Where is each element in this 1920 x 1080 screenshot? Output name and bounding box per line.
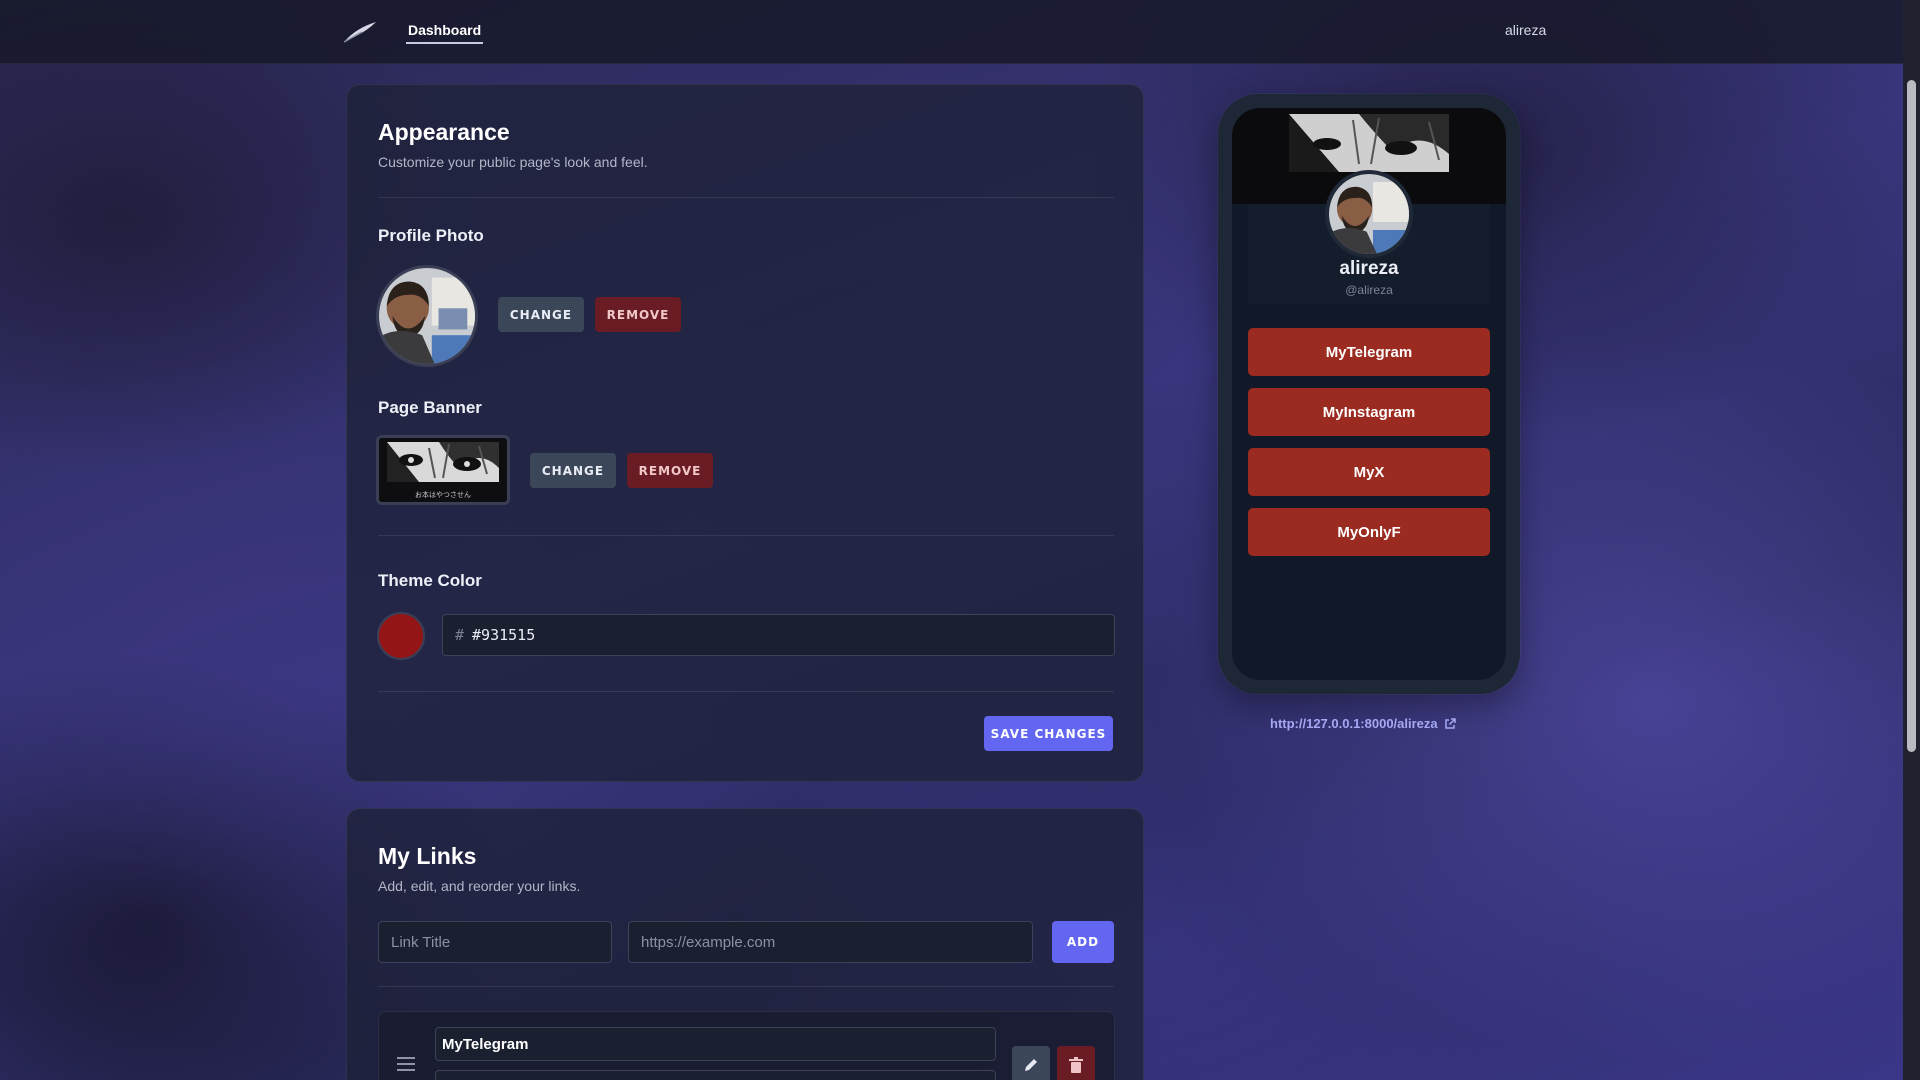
trash-icon (1069, 1057, 1083, 1073)
color-swatch[interactable] (377, 612, 425, 660)
public-url-link[interactable]: http://127.0.0.1:8000/alireza (1270, 716, 1456, 731)
preview-link-button[interactable]: MyInstagram (1248, 388, 1490, 436)
add-link-button[interactable]: ADD (1052, 921, 1114, 963)
phone-screen: alireza @alireza MyTelegram MyInstagram … (1232, 108, 1506, 680)
appearance-card: Appearance Customize your public page's … (346, 84, 1144, 782)
divider (378, 691, 1114, 692)
phone-preview: alireza @alireza MyTelegram MyInstagram … (1218, 94, 1520, 694)
drag-handle-icon[interactable] (397, 1056, 415, 1072)
preview-link-button[interactable]: MyX (1248, 448, 1490, 496)
delete-link-button[interactable] (1057, 1046, 1095, 1080)
preview-link-button[interactable]: MyTelegram (1248, 328, 1490, 376)
profile-photo-label: Profile Photo (378, 226, 484, 245)
pencil-icon (1025, 1059, 1037, 1071)
top-navbar: Dashboard alireza (0, 0, 1903, 64)
my-links-title: My Links (378, 843, 477, 869)
save-changes-button[interactable]: SAVE CHANGES (984, 716, 1113, 751)
change-banner-button[interactable]: CHANGE (530, 453, 616, 488)
theme-color-label: Theme Color (378, 571, 482, 590)
link-url-input[interactable] (628, 921, 1033, 963)
divider (378, 535, 1114, 536)
preview-banner-image (1289, 114, 1449, 172)
change-photo-button[interactable]: CHANGE (498, 297, 584, 332)
tab-dashboard[interactable]: Dashboard (406, 22, 484, 44)
link-title-field[interactable]: MyTelegram (435, 1027, 996, 1061)
feather-icon[interactable] (342, 18, 382, 46)
page-banner-label: Page Banner (378, 398, 482, 417)
link-row: MyTelegram (378, 1011, 1115, 1080)
link-title-input[interactable] (378, 921, 612, 963)
public-url-text[interactable]: http://127.0.0.1:8000/alireza (1270, 716, 1438, 731)
banner-thumbnail: お本はやつさせん (376, 435, 510, 505)
scrollbar[interactable] (1903, 0, 1920, 1080)
link-url-field[interactable] (435, 1070, 996, 1080)
user-menu[interactable]: alireza (1505, 22, 1546, 38)
remove-banner-button[interactable]: REMOVE (627, 453, 713, 488)
remove-photo-button[interactable]: REMOVE (595, 297, 681, 332)
appearance-subtitle: Customize your public page's look and fe… (378, 154, 648, 170)
banner-caption: お本はやつさせん (415, 491, 471, 499)
profile-avatar (376, 265, 478, 367)
edit-link-button[interactable] (1012, 1046, 1050, 1080)
preview-name: alireza (1339, 258, 1399, 279)
divider (378, 197, 1114, 198)
my-links-subtitle: Add, edit, and reorder your links. (378, 878, 581, 894)
preview-link-button[interactable]: MyOnlyF (1248, 508, 1490, 556)
appearance-title: Appearance (378, 119, 510, 145)
theme-color-input[interactable]: # #931515 (442, 614, 1115, 656)
theme-color-value[interactable]: #931515 (472, 626, 535, 644)
preview-handle: @alireza (1345, 283, 1393, 297)
divider (378, 986, 1114, 987)
external-link-icon (1444, 717, 1456, 729)
my-links-card: My Links Add, edit, and reorder your lin… (346, 808, 1144, 1080)
preview-avatar (1325, 170, 1413, 258)
hash-prefix: # (455, 626, 465, 644)
scrollbar-thumb[interactable] (1907, 80, 1916, 752)
